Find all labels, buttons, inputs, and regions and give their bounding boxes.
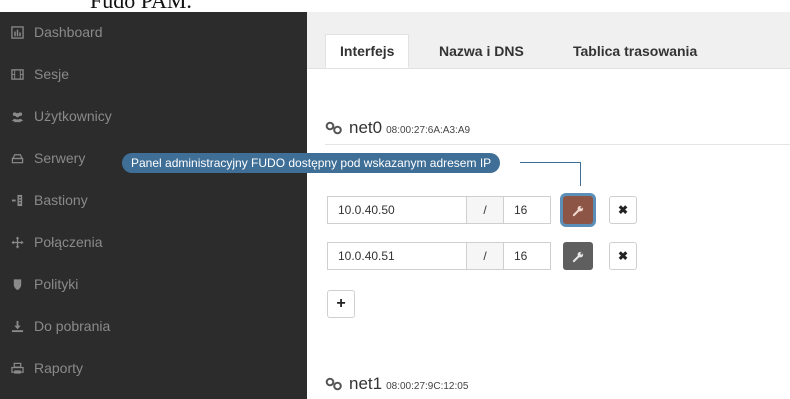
callout-connector [520,162,581,163]
ip-address-input[interactable]: 10.0.40.51 [327,242,467,270]
tab-nazwa-i-dns[interactable]: Nazwa i DNS [425,34,538,68]
sidebar-item-polaczenia[interactable]: Połączenia [0,222,307,262]
sidebar-item-do-pobrania[interactable]: Do pobrania [0,306,307,346]
download-icon [0,320,34,333]
main-content: Interfejs Nazwa i DNS Tablica trasowania… [307,12,790,399]
wrench-icon [572,251,583,262]
tab-bar: Interfejs Nazwa i DNS Tablica trasowania [307,12,790,69]
interface-mac: 08:00:27:9C:12:05 [386,381,469,392]
sidebar: Dashboard Sesje Użytkownicy Serwery Bast… [0,12,307,399]
prefix-input[interactable]: 16 [503,242,551,270]
sidebar-item-uzytkownicy[interactable]: Użytkownicy [0,96,307,136]
sidebar-item-bastiony[interactable]: Bastiony [0,180,307,220]
print-icon [0,362,34,375]
interface-header-net0: net0 08:00:27:6A:A3:A9 [325,118,470,138]
sidebar-item-raporty[interactable]: Raporty [0,348,307,388]
sidebar-item-label: Do pobrania [34,318,111,334]
server-icon [0,152,34,165]
callout-tooltip: Panel administracyjny FUDO dostępny pod … [122,153,501,173]
prefix-input[interactable]: 16 [503,196,551,224]
sidebar-item-label: Polityki [34,276,79,292]
move-icon [0,235,34,249]
sidebar-item-label: Dashboard [34,24,103,40]
link-icon [325,377,342,391]
film-icon [0,68,34,81]
users-icon [0,110,34,123]
remove-address-button[interactable]: ✖ [609,196,637,224]
prefix-separator: / [467,196,503,224]
sidebar-item-label: Użytkownicy [34,108,112,124]
sidebar-item-dashboard[interactable]: Dashboard [0,12,307,52]
sidebar-item-label: Sesje [34,66,70,82]
prefix-separator: / [467,242,503,270]
sidebar-item-label: Połączenia [34,234,103,250]
admin-panel-button[interactable] [563,196,593,224]
bar-chart-icon [0,25,34,39]
sidebar-item-label: Bastiony [34,192,88,208]
sidebar-item-polityki[interactable]: Polityki [0,264,307,304]
divider [325,144,790,145]
link-icon [325,121,342,135]
sidebar-item-label: Raporty [34,360,84,376]
interface-name: net0 [349,118,383,137]
interface-mac: 08:00:27:6A:A3:A9 [386,125,471,136]
tab-tablica-trasowania[interactable]: Tablica trasowania [559,34,711,68]
remove-address-button[interactable]: ✖ [609,242,637,270]
interface-name: net1 [349,374,383,393]
ip-address-input[interactable]: 10.0.40.50 [327,196,467,224]
bastion-icon [0,194,34,207]
add-address-button[interactable]: + [327,290,355,318]
tab-interfejs[interactable]: Interfejs [325,34,410,68]
admin-panel-button[interactable] [563,242,593,270]
shield-icon [0,278,34,291]
sidebar-item-sesje[interactable]: Sesje [0,54,307,94]
callout-connector [580,162,581,186]
wrench-icon [572,205,583,216]
sidebar-item-label: Serwery [34,150,86,166]
interface-header-net1: net1 08:00:27:9C:12:05 [325,374,468,394]
